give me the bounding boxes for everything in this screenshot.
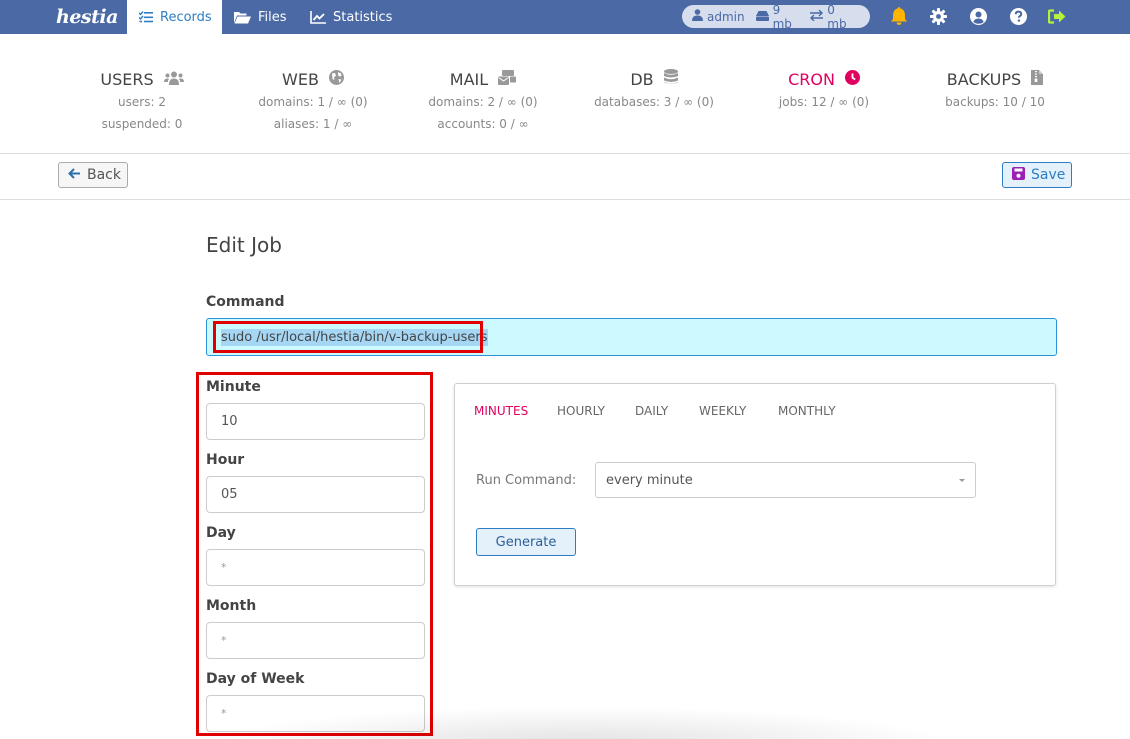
stat-title: DB	[630, 69, 654, 89]
disk-usage-value: 9 mb	[772, 2, 792, 31]
floppy-disk-icon	[1012, 166, 1025, 184]
nav-tab-statistics[interactable]: Statistics	[298, 0, 404, 34]
stat-title: BACKUPS	[946, 69, 1022, 89]
stat-line: jobs: 12 / ∞ (0)	[778, 95, 870, 109]
back-button-label: Back	[87, 167, 121, 183]
file-archive-icon	[1031, 69, 1044, 89]
stat-header: USERS	[57, 69, 227, 89]
user-account-icon[interactable]	[968, 6, 988, 26]
day-label: Day	[206, 525, 236, 541]
stat-db[interactable]: DB databases: 3 / ∞ (0)	[569, 69, 739, 111]
users-icon	[163, 70, 184, 89]
stat-title: MAIL	[449, 69, 489, 89]
stat-line: aliases: 1 / ∞	[273, 117, 353, 131]
nav-tab-label: Files	[258, 9, 287, 25]
help-question-icon[interactable]	[1008, 6, 1028, 26]
tab-weekly[interactable]: WEEKLY	[699, 404, 746, 418]
top-navigation-bar: hestia Records Files Statistics admin 9 …	[0, 0, 1130, 34]
bandwidth-value: 0 mb	[827, 2, 847, 31]
stat-users[interactable]: USERS users: 2 suspended: 0	[57, 69, 227, 133]
user-icon	[692, 9, 703, 24]
mail-icon	[498, 69, 517, 89]
user-status-pill[interactable]: admin 9 mb 0 mb	[682, 2, 870, 31]
stats-overview: USERS users: 2 suspended: 0 WEB domains:…	[0, 36, 1130, 154]
bandwidth-segment: 0 mb	[810, 3, 854, 31]
arrow-left-icon	[68, 167, 81, 183]
stat-line: backups: 10 / 10	[945, 95, 1045, 109]
save-button-label: Save	[1031, 167, 1066, 183]
hour-input[interactable]: 05	[206, 476, 425, 513]
page-title: Edit Job	[206, 233, 282, 257]
stat-line: users: 2	[118, 95, 166, 109]
logout-icon[interactable]	[1047, 6, 1067, 26]
hard-drive-icon	[755, 10, 769, 24]
command-input[interactable]: sudo /usr/local/hestia/bin/v-backup-user…	[206, 318, 1057, 356]
day-of-week-input[interactable]: *	[206, 695, 425, 732]
database-icon	[663, 69, 678, 89]
cron-generator-panel: MINUTES HOURLY DAILY WEEKLY MONTHLY Run …	[454, 383, 1056, 586]
stat-header: CRON	[739, 69, 909, 89]
stat-header: BACKUPS	[910, 69, 1080, 89]
user-segment: admin	[692, 9, 745, 24]
tab-minutes[interactable]: MINUTES	[474, 404, 528, 418]
run-command-label: Run Command:	[476, 473, 577, 488]
folder-open-icon	[234, 11, 251, 24]
nav-tab-records[interactable]: Records	[127, 0, 222, 34]
minute-input[interactable]: 10	[206, 403, 425, 440]
generate-button[interactable]: Generate	[476, 528, 576, 556]
nav-tab-files[interactable]: Files	[222, 0, 299, 34]
disk-usage-segment: 9 mb	[755, 2, 800, 31]
save-button[interactable]: Save	[1002, 162, 1072, 188]
settings-gear-icon[interactable]	[928, 6, 948, 26]
back-button[interactable]: Back	[58, 162, 128, 188]
tab-hourly[interactable]: HOURLY	[557, 404, 605, 418]
caret-down-icon	[959, 478, 965, 482]
notifications-bell-icon[interactable]	[889, 6, 909, 26]
stat-web[interactable]: WEB domains: 1 / ∞ (0) aliases: 1 / ∞	[228, 69, 398, 133]
stat-header: WEB	[228, 69, 398, 89]
stat-line: domains: 1 / ∞ (0)	[258, 95, 368, 109]
chart-line-icon	[310, 10, 326, 24]
nav-tab-label: Records	[160, 9, 212, 25]
records-list-icon	[139, 11, 153, 23]
nav-tab-label: Statistics	[333, 9, 393, 25]
hour-label: Hour	[206, 452, 245, 468]
stat-header: DB	[569, 69, 739, 89]
stat-title: CRON	[788, 69, 835, 89]
month-label: Month	[206, 598, 257, 614]
tab-daily[interactable]: DAILY	[635, 404, 668, 418]
stat-line: accounts: 0 / ∞	[437, 117, 529, 131]
clock-icon	[844, 69, 860, 89]
month-input[interactable]: *	[206, 622, 425, 659]
stat-title: WEB	[282, 69, 319, 89]
day-of-week-label: Day of Week	[206, 671, 305, 687]
stat-line: domains: 2 / ∞ (0)	[428, 95, 538, 109]
stat-line: databases: 3 / ∞ (0)	[594, 95, 714, 109]
command-input-value: sudo /usr/local/hestia/bin/v-backup-user…	[221, 328, 488, 346]
stat-header: MAIL	[398, 69, 568, 89]
run-command-select[interactable]: every minute	[595, 462, 976, 498]
day-input[interactable]: *	[206, 549, 425, 586]
tab-monthly[interactable]: MONTHLY	[778, 404, 836, 418]
action-toolbar: Back Save	[0, 154, 1130, 200]
minute-label: Minute	[206, 379, 261, 395]
command-label: Command	[206, 294, 285, 310]
stat-backups[interactable]: BACKUPS backups: 10 / 10	[910, 69, 1080, 111]
stat-line: suspended: 0	[101, 117, 183, 131]
username: admin	[707, 9, 745, 24]
hestia-logo[interactable]: hestia	[56, 2, 118, 32]
stat-title: USERS	[100, 69, 154, 89]
exchange-arrows-icon	[810, 9, 824, 24]
stat-mail[interactable]: MAIL domains: 2 / ∞ (0) accounts: 0 / ∞	[398, 69, 568, 133]
run-command-selected-value: every minute	[606, 472, 693, 488]
globe-icon	[328, 69, 344, 89]
stat-cron[interactable]: CRON jobs: 12 / ∞ (0)	[739, 69, 909, 111]
